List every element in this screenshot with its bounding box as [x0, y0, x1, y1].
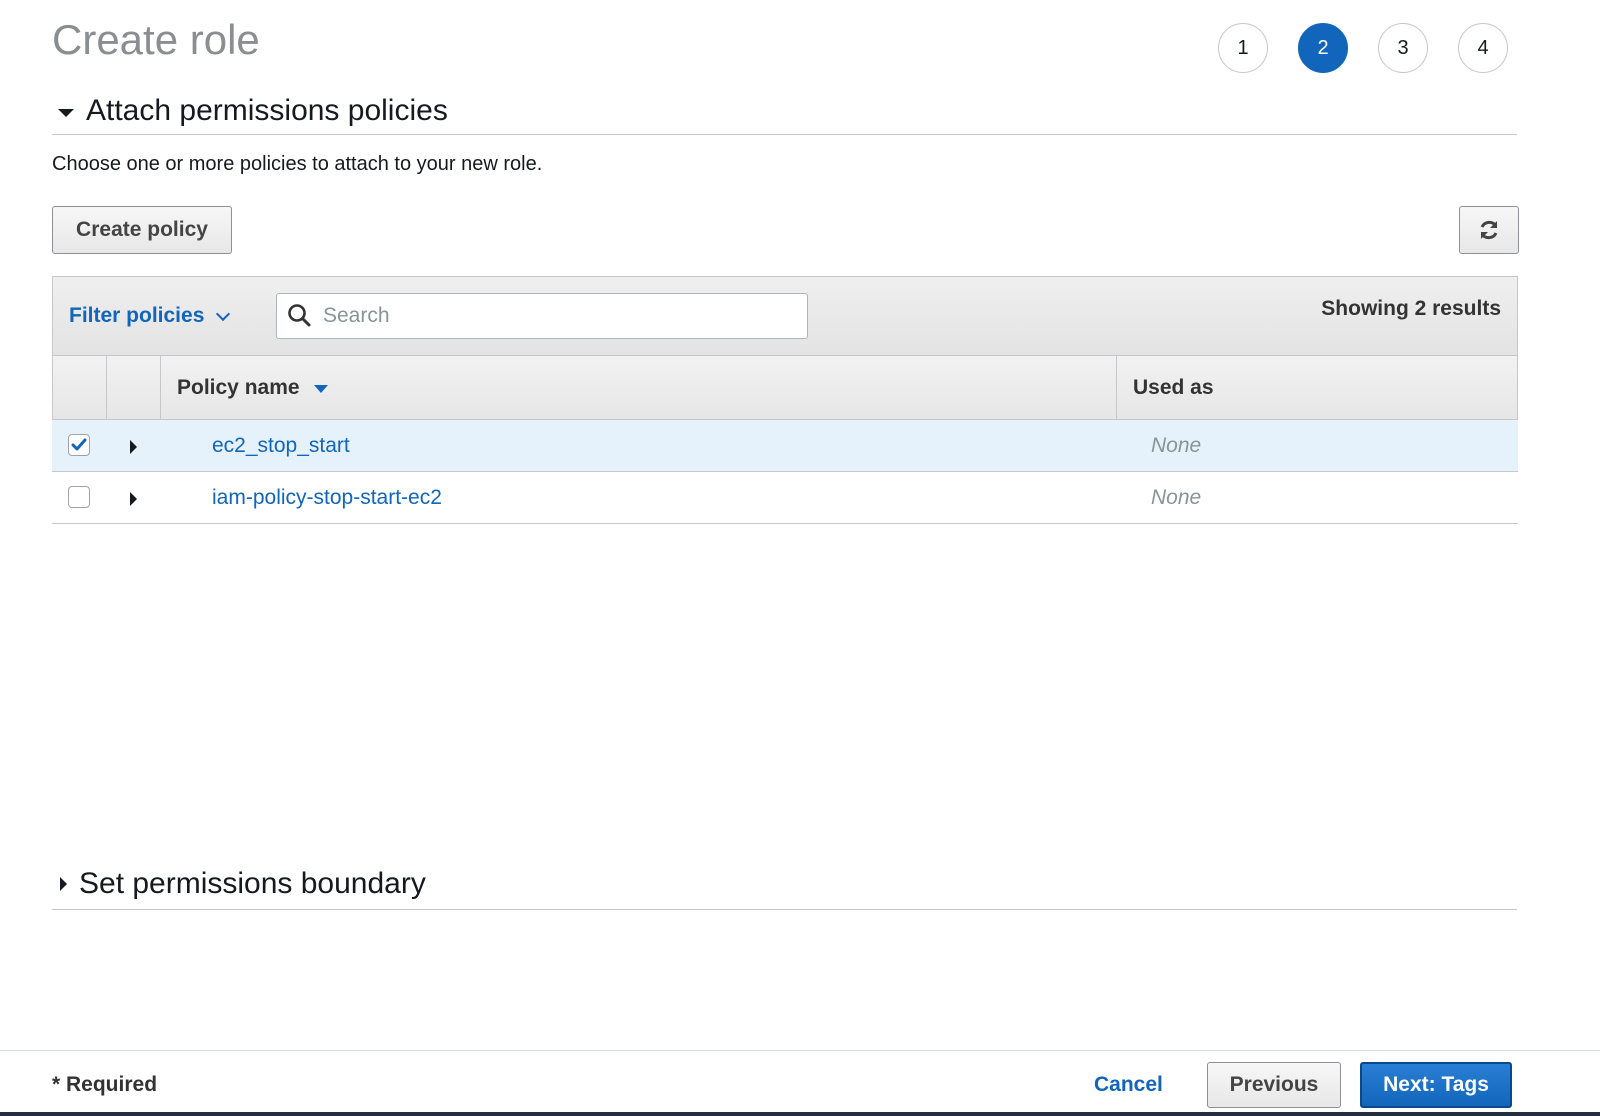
select-all-column — [53, 356, 107, 419]
bottom-bar — [0, 1112, 1600, 1116]
policy-name-link[interactable]: iam-policy-stop-start-ec2 — [212, 486, 442, 510]
refresh-icon — [1480, 220, 1498, 240]
table-toolbar: Filter policies Showing 2 results — [52, 276, 1518, 356]
row-checkbox[interactable] — [68, 486, 90, 508]
step-2[interactable]: 2 — [1298, 23, 1348, 73]
used-as-value: None — [1151, 434, 1202, 457]
table-header-row: Policy name Used as — [52, 356, 1518, 420]
caret-down-icon — [58, 108, 74, 117]
section-description: Choose one or more policies to attach to… — [52, 153, 543, 175]
checkmark-icon — [71, 438, 87, 451]
column-policy-name[interactable]: Policy name — [161, 356, 1117, 419]
attach-permissions-title: Attach permissions policies — [86, 94, 448, 127]
next-tags-button[interactable]: Next: Tags — [1360, 1062, 1512, 1108]
policy-name-link[interactable]: ec2_stop_start — [212, 434, 350, 458]
search-icon — [288, 304, 311, 327]
step-4[interactable]: 4 — [1458, 23, 1508, 73]
create-policy-button[interactable]: Create policy — [52, 206, 232, 254]
cancel-button[interactable]: Cancel — [1094, 1073, 1163, 1097]
step-1[interactable]: 1 — [1218, 23, 1268, 73]
table-row[interactable]: iam-policy-stop-start-ec2 None — [52, 472, 1518, 524]
expand-caret-icon[interactable] — [130, 492, 137, 506]
results-count: Showing 2 results — [1321, 297, 1501, 320]
required-note: * Required — [52, 1073, 158, 1096]
used-as-value: None — [1151, 486, 1202, 509]
expand-column — [107, 356, 161, 419]
sort-descending-icon — [313, 385, 328, 393]
table-row[interactable]: ec2_stop_start None — [52, 420, 1518, 472]
column-policy-name-label: Policy name — [177, 375, 300, 399]
column-used-as: Used as — [1117, 356, 1517, 419]
column-used-as-label: Used as — [1133, 375, 1214, 399]
permissions-boundary-title: Set permissions boundary — [79, 867, 426, 900]
filter-policies-label: Filter policies — [69, 304, 205, 327]
chevron-down-icon — [216, 306, 231, 322]
section-divider — [52, 909, 1517, 910]
filter-policies-dropdown[interactable]: Filter policies — [69, 304, 231, 328]
page-title: Create role — [52, 16, 260, 63]
previous-button[interactable]: Previous — [1207, 1062, 1341, 1108]
attach-permissions-header[interactable]: Attach permissions policies — [52, 91, 448, 131]
expand-caret-icon[interactable] — [130, 440, 137, 454]
caret-right-icon — [60, 877, 67, 891]
permissions-boundary-header[interactable]: Set permissions boundary — [52, 864, 426, 904]
footer-divider — [0, 1050, 1600, 1051]
step-3[interactable]: 3 — [1378, 23, 1428, 73]
section-divider — [52, 134, 1517, 135]
refresh-button[interactable] — [1459, 206, 1519, 254]
search-input[interactable] — [321, 303, 795, 329]
search-box[interactable] — [276, 293, 808, 339]
row-checkbox[interactable] — [68, 434, 90, 456]
